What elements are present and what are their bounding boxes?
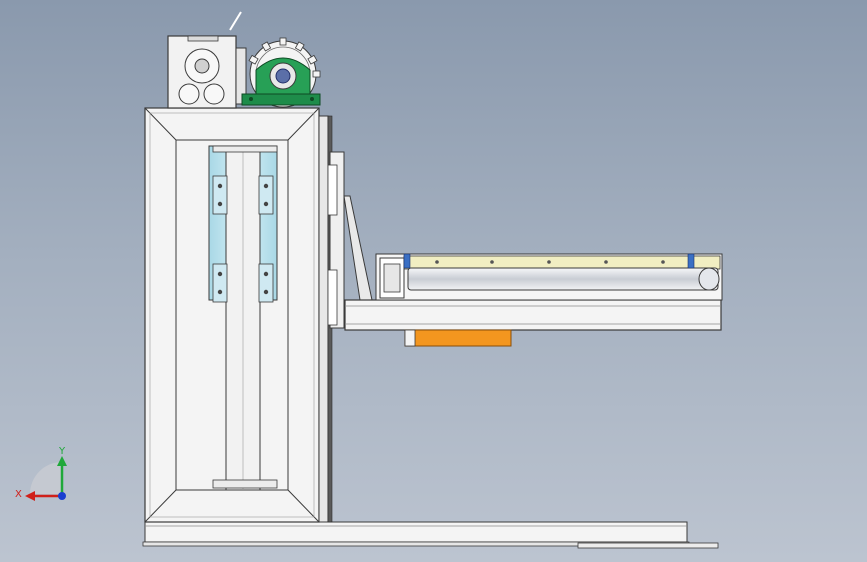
cad-drawing: Y X (15, 11, 723, 549)
x-axis-label: X (15, 489, 22, 500)
base-plate[interactable] (142, 521, 719, 549)
y-axis-label: Y (58, 446, 66, 457)
orange-plate[interactable] (404, 329, 512, 347)
gearbox[interactable] (167, 11, 247, 109)
cad-viewport[interactable]: Y X (0, 0, 867, 562)
conveyor-belt (403, 255, 721, 270)
axis-triad-icon (25, 456, 67, 501)
